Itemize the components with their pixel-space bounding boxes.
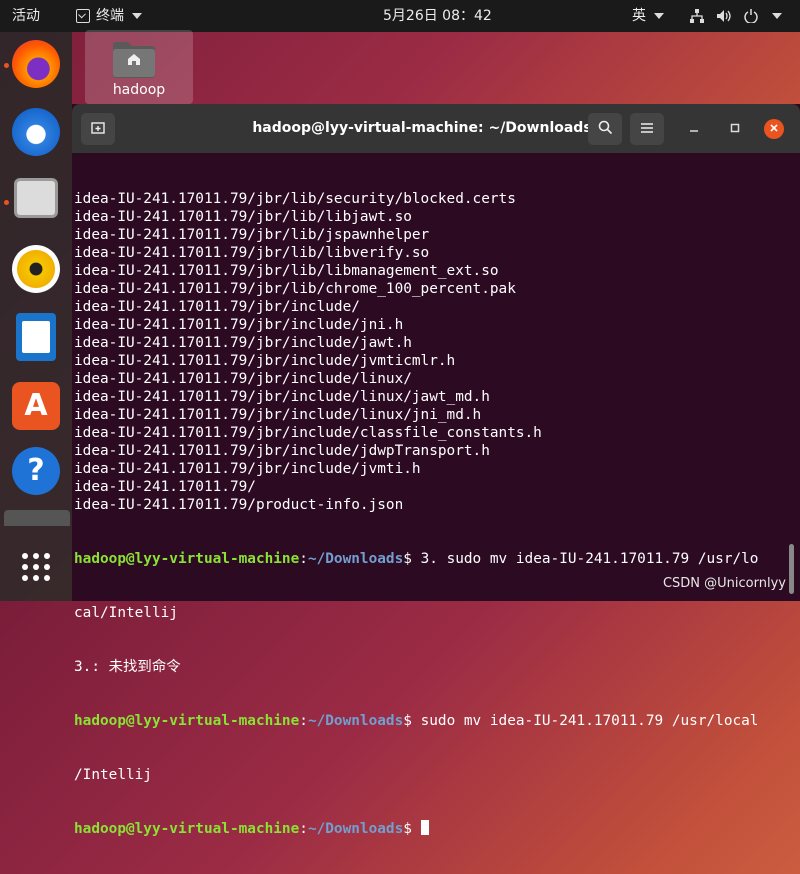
output-line: idea-IU-241.17011.79/jbr/include/linux/j… xyxy=(74,389,490,405)
minimize-icon xyxy=(690,130,698,132)
output-line: idea-IU-241.17011.79/jbr/include/jvmti.h xyxy=(74,461,421,477)
watermark: CSDN @Unicornlyy xyxy=(662,576,786,591)
output-line: idea-IU-241.17011.79/jbr/include/jni.h xyxy=(74,317,404,333)
command-text: 3. sudo mv idea-IU-241.17011.79 /usr/lo xyxy=(420,551,759,567)
rhythmbox-icon[interactable] xyxy=(12,245,60,293)
new-tab-button[interactable] xyxy=(81,113,115,145)
prompt-separator: : xyxy=(299,821,308,837)
output-line: idea-IU-241.17011.79/jbr/lib/chrome_100_… xyxy=(74,281,516,297)
terminal-output[interactable]: idea-IU-241.17011.79/jbr/lib/security/bl… xyxy=(74,154,786,874)
libreoffice-writer-icon[interactable] xyxy=(16,313,56,361)
show-apps-icon[interactable] xyxy=(21,552,51,582)
prompt-user: hadoop@lyy-virtual-machine xyxy=(74,821,300,837)
prompt-separator: : xyxy=(299,551,308,567)
software-center-icon[interactable]: A xyxy=(12,382,60,430)
output-line: idea-IU-241.17011.79/product-info.json xyxy=(74,497,404,513)
prompt-user: hadoop@lyy-virtual-machine xyxy=(74,551,300,567)
desktop-home-folder[interactable]: hadoop xyxy=(85,30,193,104)
window-title: hadoop@lyy-virtual-machine: ~/Downloads xyxy=(252,120,592,136)
minimize-button[interactable] xyxy=(684,119,704,139)
volume-icon xyxy=(717,10,731,22)
output-line: idea-IU-241.17011.79/jbr/lib/libverify.s… xyxy=(74,245,430,261)
maximize-icon xyxy=(730,123,740,133)
menu-button[interactable] xyxy=(630,113,664,145)
output-line: idea-IU-241.17011.79/jbr/lib/jspawnhelpe… xyxy=(74,227,430,243)
output-line: idea-IU-241.17011.79/jbr/include/ xyxy=(74,299,360,315)
output-line: idea-IU-241.17011.79/jbr/lib/libmanageme… xyxy=(74,263,499,279)
terminal-window[interactable]: hadoop@lyy-virtual-machine: ~/Downloads … xyxy=(72,104,800,837)
hamburger-icon xyxy=(641,123,653,133)
new-tab-icon xyxy=(91,122,105,134)
prompt-line-1: hadoop@lyy-virtual-machine:~/Downloads$ … xyxy=(74,550,786,568)
app-menu-label: 终端 xyxy=(96,8,124,24)
terminal-icon xyxy=(76,9,90,23)
output-line: idea-IU-241.17011.79/ xyxy=(74,479,256,495)
chevron-down-icon xyxy=(654,13,664,19)
search-icon xyxy=(598,120,612,135)
thunderbird-icon[interactable] xyxy=(12,108,60,156)
chevron-down-icon xyxy=(132,13,142,19)
text-cursor xyxy=(420,820,429,835)
prompt-path: ~/Downloads xyxy=(307,551,404,567)
prompt-separator: : xyxy=(299,713,308,729)
terminal-titlebar[interactable]: hadoop@lyy-virtual-machine: ~/Downloads xyxy=(72,104,800,153)
prompt-line-3[interactable]: hadoop@lyy-virtual-machine:~/Downloads$ xyxy=(74,820,786,838)
files-icon[interactable] xyxy=(14,178,58,218)
prompt-dollar: $ xyxy=(403,821,421,837)
maximize-button[interactable] xyxy=(725,119,745,139)
firefox-icon[interactable] xyxy=(12,40,60,88)
prompt-path: ~/Downloads xyxy=(307,713,404,729)
command-wrap: /Intellij xyxy=(74,767,152,783)
dock: A ? xyxy=(0,32,72,601)
activities-button[interactable]: 活动 xyxy=(12,0,40,32)
prompt-dollar: $ xyxy=(403,551,421,567)
output-line: idea-IU-241.17011.79/jbr/include/jdwpTra… xyxy=(74,443,490,459)
close-button[interactable] xyxy=(764,119,784,139)
home-folder-label: hadoop xyxy=(112,82,166,98)
command-wrap: cal/Intellij xyxy=(74,605,178,621)
running-indicator xyxy=(4,200,9,205)
error-output: 3.: 未找到命令 xyxy=(74,659,181,675)
command-text: sudo mv idea-IU-241.17011.79 /usr/local xyxy=(420,713,759,729)
prompt-user: hadoop@lyy-virtual-machine xyxy=(74,713,300,729)
scrollbar[interactable] xyxy=(789,544,794,594)
output-line: idea-IU-241.17011.79/jbr/include/linux/j… xyxy=(74,407,482,423)
output-line: idea-IU-241.17011.79/jbr/include/linux/ xyxy=(74,371,412,387)
dock-running-window-thumb xyxy=(4,510,70,526)
output-line: idea-IU-241.17011.79/jbr/lib/libjawt.so xyxy=(74,209,412,225)
input-method-label: 英 xyxy=(632,8,646,24)
input-method-menu[interactable]: 英 xyxy=(632,0,664,32)
clock[interactable]: 5月26日 08：42 xyxy=(383,0,492,32)
prompt-path: ~/Downloads xyxy=(307,821,404,837)
chevron-down-icon xyxy=(772,13,782,19)
prompt-line-2: hadoop@lyy-virtual-machine:~/Downloads$ … xyxy=(74,712,786,730)
top-bar: 活动 终端 5月26日 08：42 英 xyxy=(0,0,800,32)
system-menu[interactable] xyxy=(690,0,782,32)
output-line: idea-IU-241.17011.79/jbr/include/classfi… xyxy=(74,425,542,441)
search-button[interactable] xyxy=(588,113,622,145)
help-icon[interactable]: ? xyxy=(12,447,60,495)
power-icon xyxy=(744,9,758,23)
output-line: idea-IU-241.17011.79/jbr/include/jawt.h xyxy=(74,335,412,351)
prompt-dollar: $ xyxy=(403,713,421,729)
output-line: idea-IU-241.17011.79/jbr/include/jvmticm… xyxy=(74,353,456,369)
output-lines: idea-IU-241.17011.79/jbr/lib/security/bl… xyxy=(74,190,786,514)
app-menu[interactable]: 终端 xyxy=(76,0,142,32)
running-indicator xyxy=(4,63,9,68)
output-line: idea-IU-241.17011.79/jbr/lib/security/bl… xyxy=(74,191,516,207)
network-icon xyxy=(690,9,704,23)
close-icon xyxy=(770,124,778,132)
home-folder-icon xyxy=(113,42,155,78)
